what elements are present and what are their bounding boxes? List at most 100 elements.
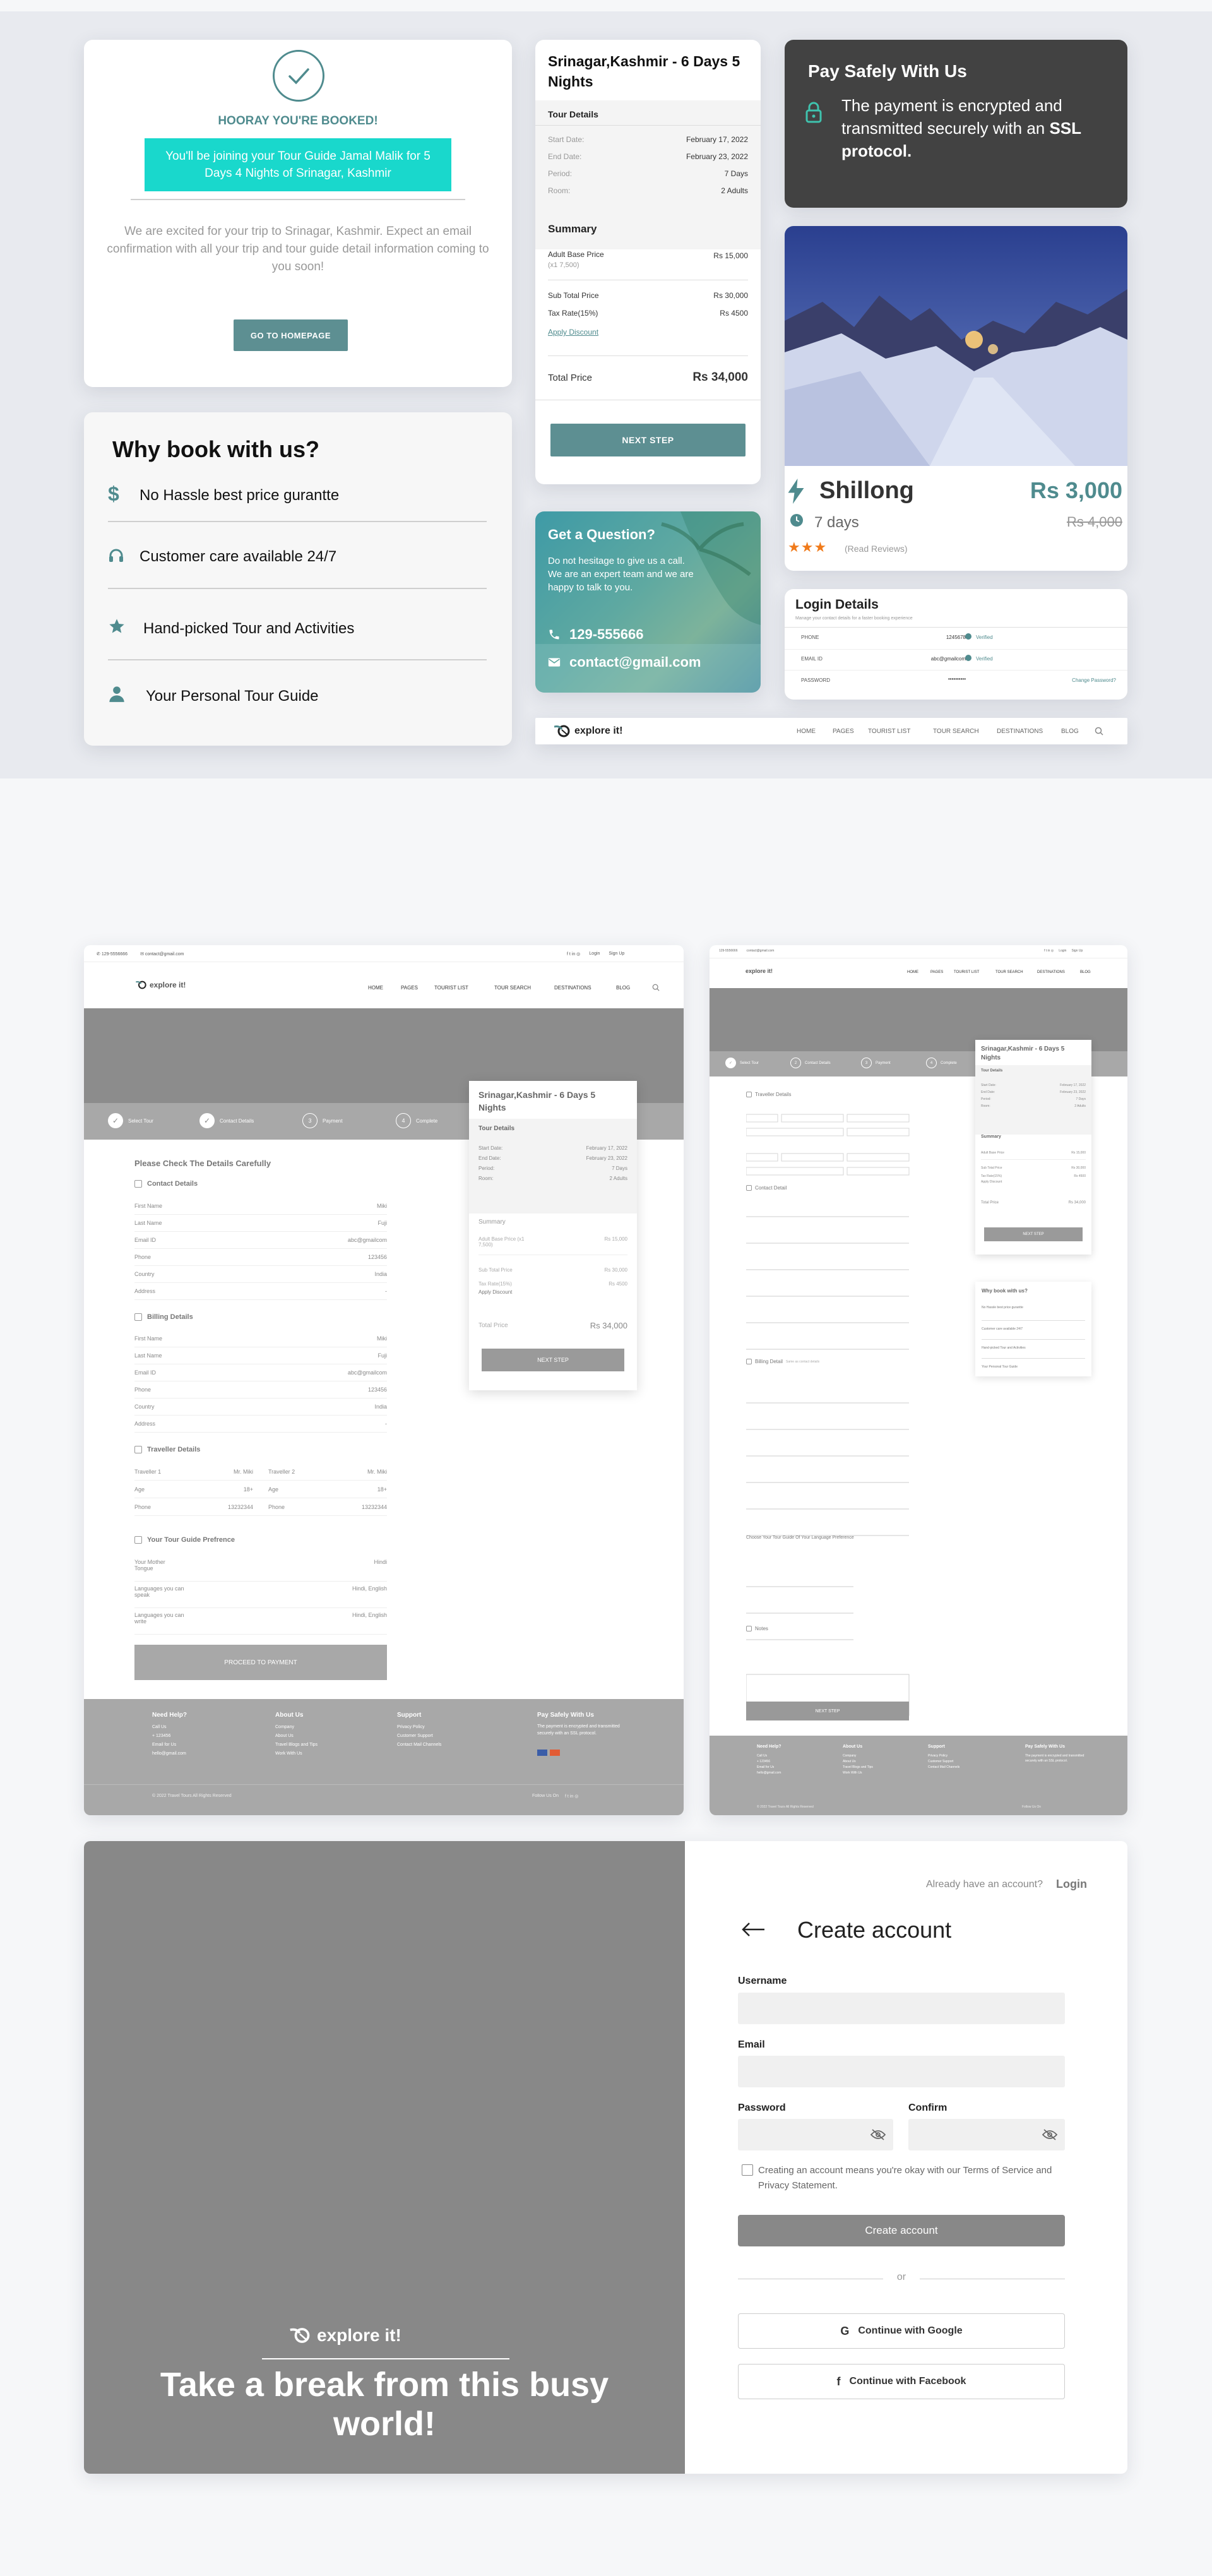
nav-home[interactable]: HOME [797, 728, 833, 735]
nav-home[interactable]: HOME [368, 985, 401, 991]
login-row-label: PHONE [801, 635, 819, 640]
social-icons[interactable]: f t in ◎ [565, 1794, 578, 1799]
search-icon[interactable] [1095, 727, 1103, 736]
next-step-button[interactable]: NEXT STEP [984, 1227, 1083, 1241]
visa-card-icon [537, 1750, 547, 1756]
search-icon[interactable] [652, 984, 660, 991]
confirm-input[interactable] [908, 2119, 1065, 2150]
booked-title: HOORAY YOU'RE BOOKED! [218, 114, 378, 128]
apply-discount-link[interactable]: Apply Discount [478, 1289, 627, 1301]
logo[interactable]: explore it! [554, 724, 622, 739]
why-item-label: Hand-picked Tour and Activities [143, 620, 355, 637]
email-label: Email [738, 2039, 765, 2050]
continue-with-google-button[interactable]: G Continue with Google [738, 2313, 1065, 2349]
next-step-button[interactable]: NEXT STEP [482, 1349, 624, 1371]
lightning-icon [788, 479, 804, 504]
apply-discount-link[interactable]: Apply Discount [548, 328, 598, 337]
billing-section-heading: Billing Detail Same as contact details [746, 1359, 819, 1364]
question-card: Get a Question? Do not hesitage to give … [535, 511, 761, 693]
divider [785, 649, 1127, 650]
step-contact-details: ✓ Contact Details [199, 1113, 254, 1128]
secure-text: The payment is encrypted and transmitted… [841, 96, 1081, 160]
eye-hidden-icon[interactable] [870, 2129, 886, 2140]
nav-tour-search[interactable]: TOUR SEARCH [933, 728, 997, 735]
footer-about-title: About Us [275, 1712, 304, 1719]
destination-old-price: Rs 4,000 [1066, 514, 1122, 530]
destination-name: Shillong [819, 477, 914, 504]
why-item-label: No Hassle best price gurantte [140, 487, 340, 504]
person-icon [109, 686, 124, 702]
nav-pages[interactable]: PAGES [401, 985, 434, 991]
nav-links: HOME PAGES TOURIST LIST TOUR SEARCH DEST… [797, 728, 1093, 735]
password-dots: •••••••••• [948, 676, 966, 682]
question-text: Do not hesitage to give us a call. We ar… [548, 556, 694, 593]
eye-hidden-icon[interactable] [1042, 2129, 1057, 2140]
topbar-phone[interactable]: ✆ 129-5556666 [97, 951, 128, 957]
logo[interactable]: explore it! [136, 980, 186, 990]
email-address: contact@gmail.com [569, 654, 701, 670]
tax-row: Tax Rate(15%) Rs 4500 [548, 309, 748, 318]
footer-help-title: Need Help? [152, 1712, 187, 1719]
nav-tour-search[interactable]: TOUR SEARCH [494, 985, 554, 991]
nav-blog[interactable]: BLOG [1061, 728, 1093, 735]
terms-checkbox[interactable] [742, 2164, 753, 2176]
detail-row: End Date: February 23, 2022 [548, 152, 748, 161]
language-section-heading: Choose Your Tour Guide Of Your Language … [746, 1535, 854, 1540]
topbar-login[interactable]: Login [589, 951, 600, 957]
nav-tourist-list[interactable]: TOURIST LIST [434, 985, 494, 991]
divider [785, 670, 1127, 671]
or-separator: or [896, 2272, 906, 2282]
destination-card[interactable]: Shillong Rs 3,000 7 days Rs 4,000 ★★★ (R… [785, 226, 1127, 571]
question-title: Get a Question? [548, 527, 655, 542]
clock-icon [790, 514, 803, 527]
star-icon [109, 619, 124, 633]
logo[interactable]: explore it! [746, 968, 773, 974]
nav-blog[interactable]: BLOG [616, 985, 641, 991]
total-row: Total Price Rs 34,000 [478, 1321, 627, 1330]
form-footer: Need Help? About Us Support Pay Safely W… [710, 1736, 1127, 1815]
next-step-button[interactable]: NEXT STEP [550, 424, 746, 456]
username-input[interactable] [738, 1993, 1065, 2024]
continue-with-facebook-button[interactable]: f Continue with Facebook [738, 2364, 1065, 2399]
explore-logo-icon [136, 981, 146, 989]
footer-about-lines[interactable]: Company About Us Travel Blogs and Tips Work… [275, 1723, 318, 1758]
verified-label: Verified [976, 635, 993, 640]
email-contact[interactable]: contact@gmail.com [548, 654, 701, 671]
adult-price-label: Adult Base Price [548, 250, 604, 259]
detail-row: Room: 2 Adults [548, 186, 748, 195]
tour-details-heading: Tour Details [478, 1125, 515, 1132]
read-reviews-link[interactable]: (Read Reviews) [845, 544, 908, 554]
copyright: © 2022 Travel Tours All Rights Reserved [152, 1794, 232, 1798]
nav-destinations[interactable]: DESTINATIONS [997, 728, 1061, 735]
verified-icon [965, 633, 971, 640]
nav-destinations[interactable]: DESTINATIONS [554, 985, 616, 991]
topbar-auth: f t in ◎ Login Sign Up [1044, 949, 1083, 953]
phone-contact[interactable]: 129-555666 [548, 626, 643, 643]
divider [131, 199, 465, 200]
social-icons[interactable]: f t in ◎ [567, 951, 580, 957]
topbar-contacts: ✆ 129-5556666 ✉ contact@gmail.com [97, 951, 184, 957]
why-book-card: Why book with us? $ No Hassle best price… [84, 412, 512, 746]
login-link[interactable]: Login [1056, 1878, 1087, 1891]
traveller-section-heading: Traveller Details [746, 1092, 792, 1097]
divider [548, 355, 748, 356]
change-password-link[interactable]: Change Password? [1050, 677, 1116, 683]
google-icon: G [840, 2324, 850, 2337]
verified-label: Verified [976, 656, 993, 662]
explore-logo-icon [290, 2328, 310, 2343]
create-account-button[interactable]: Create account [738, 2215, 1065, 2246]
topbar-email[interactable]: ✉ contact@gmail.com [140, 951, 184, 957]
back-arrow-icon[interactable] [740, 1922, 766, 1937]
topbar-signup[interactable]: Sign Up [609, 951, 624, 957]
tour-summary-card: Srinagar,Kashmir - 6 Days 5 Nights Tour … [535, 40, 761, 484]
why-title: Why book with us? [112, 436, 319, 462]
footer-support-lines[interactable]: Privacy Policy Customer Support Contact Ma… [397, 1723, 441, 1750]
next-step-button[interactable]: NEXT STEP [746, 1702, 909, 1720]
go-to-homepage-button[interactable]: GO TO HOMEPAGE [234, 319, 348, 351]
proceed-to-payment-button[interactable]: PROCEED TO PAYMENT [134, 1645, 387, 1680]
nav-pages[interactable]: PAGES [833, 728, 868, 735]
form-fields[interactable] [746, 1103, 910, 1741]
nav-tourist-list[interactable]: TOURIST LIST [868, 728, 933, 735]
terms-text: Creating an account means you're okay wi… [758, 2165, 1052, 2191]
email-input[interactable] [738, 2056, 1065, 2087]
